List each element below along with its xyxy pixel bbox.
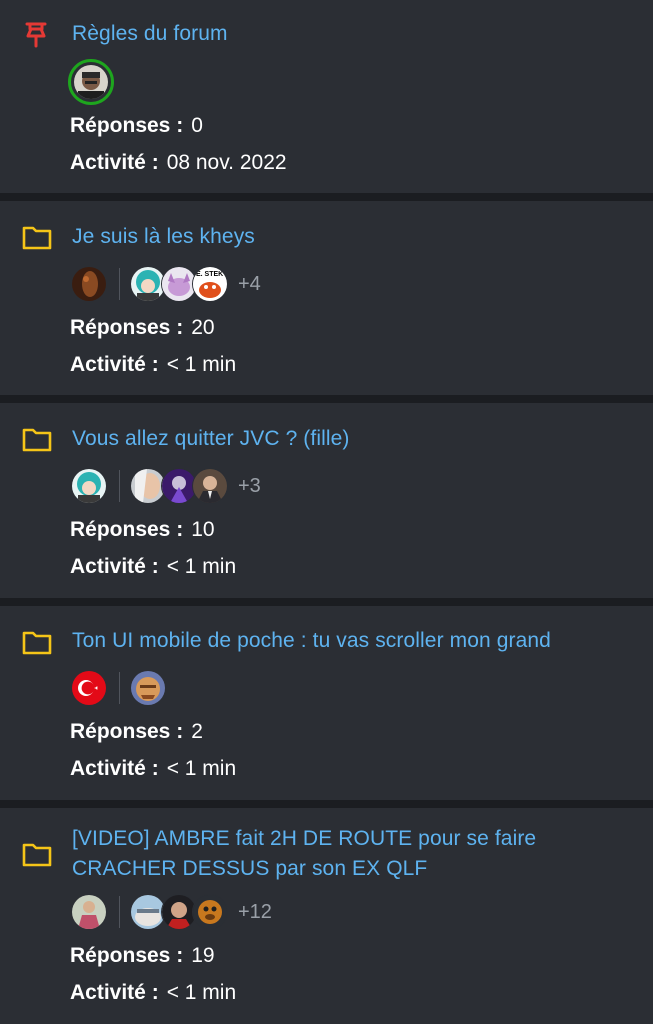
avatar[interactable] <box>72 267 106 301</box>
topic-card[interactable]: [VIDEO] AMBRE fait 2H DE ROUTE pour se f… <box>0 808 653 1024</box>
activity-value: < 1 min <box>166 981 237 1004</box>
avatar[interactable] <box>72 895 106 929</box>
replies-count: 2 <box>191 720 203 743</box>
activity-label: Activité : <box>70 555 159 578</box>
folder-icon <box>21 425 53 453</box>
avatar[interactable] <box>131 895 165 929</box>
more-participants-count[interactable]: +3 <box>238 475 261 498</box>
topic-card[interactable]: Je suis là les kheys E. STEK +4 Réponses… <box>0 201 653 395</box>
participants: E. STEK +4 <box>72 266 261 302</box>
separator <box>119 470 120 502</box>
replies-count: 10 <box>191 518 215 541</box>
folder-icon <box>21 840 53 868</box>
activity-value: 08 nov. 2022 <box>166 151 287 174</box>
avatar[interactable] <box>162 469 196 503</box>
topic-title-link[interactable]: Je suis là les kheys <box>72 222 623 252</box>
replies-label: Réponses : <box>70 316 184 339</box>
topic-card[interactable]: Ton UI mobile de poche : tu vas scroller… <box>0 606 653 800</box>
activity-label: Activité : <box>70 981 159 1004</box>
avatar[interactable] <box>68 59 114 105</box>
topic-title-link[interactable]: Ton UI mobile de poche : tu vas scroller… <box>72 626 623 656</box>
activity-value: < 1 min <box>166 757 237 780</box>
separator <box>119 268 120 300</box>
activity-label: Activité : <box>70 757 159 780</box>
activity-stat: Activité : < 1 min <box>70 553 236 581</box>
activity-value: < 1 min <box>166 353 237 376</box>
activity-label: Activité : <box>70 353 159 376</box>
participants: +3 <box>72 468 261 504</box>
avatar[interactable] <box>131 267 165 301</box>
folder-icon <box>21 628 53 656</box>
activity-value: < 1 min <box>166 555 237 578</box>
avatar[interactable] <box>162 895 196 929</box>
activity-label: Activité : <box>70 151 159 174</box>
activity-stat: Activité : 08 nov. 2022 <box>70 149 287 177</box>
topic-card[interactable]: Vous allez quitter JVC ? (fille) +3 Répo… <box>0 403 653 598</box>
pin-icon <box>21 20 53 48</box>
topic-title-link[interactable]: [VIDEO] AMBRE fait 2H DE ROUTE pour se f… <box>72 824 623 884</box>
avatar[interactable] <box>193 895 227 929</box>
avatar[interactable] <box>72 469 106 503</box>
replies-stat: Réponses : 0 <box>70 112 203 140</box>
replies-count: 19 <box>191 944 215 967</box>
activity-stat: Activité : < 1 min <box>70 755 236 783</box>
replies-label: Réponses : <box>70 518 184 541</box>
replies-label: Réponses : <box>70 944 184 967</box>
topic-title-link[interactable]: Vous allez quitter JVC ? (fille) <box>72 424 623 454</box>
topic-card[interactable]: Règles du forum Réponses : 0 Activité : 08… <box>0 0 653 193</box>
participants <box>68 59 114 105</box>
participants: +12 <box>72 894 272 930</box>
avatar[interactable] <box>72 671 106 705</box>
avatar[interactable] <box>131 469 165 503</box>
activity-stat: Activité : < 1 min <box>70 979 236 1007</box>
replies-stat: Réponses : 20 <box>70 314 215 342</box>
avatar[interactable] <box>131 671 165 705</box>
avatar[interactable] <box>193 469 227 503</box>
avatar[interactable] <box>162 267 196 301</box>
topic-title-link[interactable]: Règles du forum <box>72 19 623 49</box>
svg-text:E. STEK: E. STEK <box>196 271 223 278</box>
replies-stat: Réponses : 10 <box>70 516 215 544</box>
replies-stat: Réponses : 2 <box>70 718 203 746</box>
separator <box>119 896 120 928</box>
replies-stat: Réponses : 19 <box>70 942 215 970</box>
replies-label: Réponses : <box>70 720 184 743</box>
folder-icon <box>21 223 53 251</box>
more-participants-count[interactable]: +4 <box>238 273 261 296</box>
activity-stat: Activité : < 1 min <box>70 351 236 379</box>
more-participants-count[interactable]: +12 <box>238 901 272 924</box>
replies-count: 0 <box>191 114 203 137</box>
replies-count: 20 <box>191 316 215 339</box>
avatar[interactable]: E. STEK <box>193 267 227 301</box>
separator <box>119 672 120 704</box>
participants <box>72 670 165 706</box>
replies-label: Réponses : <box>70 114 184 137</box>
